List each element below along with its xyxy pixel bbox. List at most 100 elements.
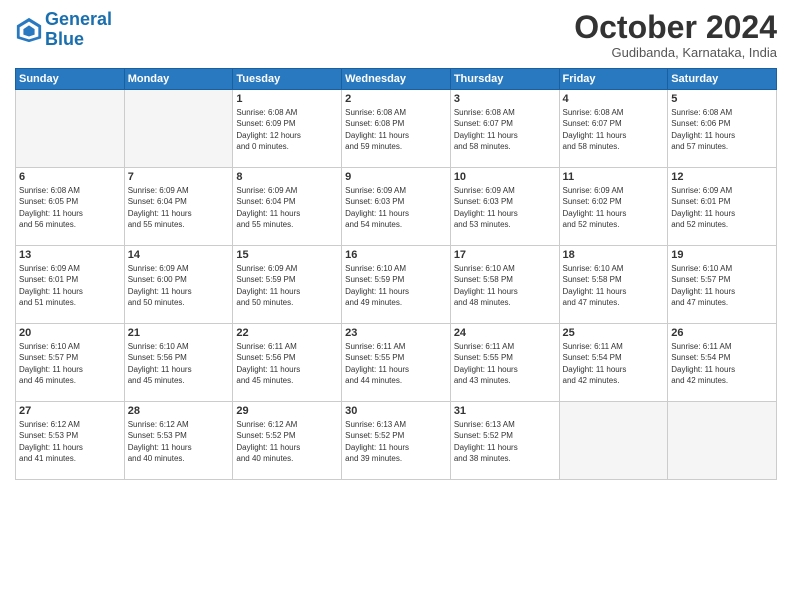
day-info: Sunrise: 6:10 AM Sunset: 5:56 PM Dayligh…	[128, 341, 230, 386]
header: General Blue October 2024 Gudibanda, Kar…	[15, 10, 777, 60]
calendar-cell: 19Sunrise: 6:10 AM Sunset: 5:57 PM Dayli…	[668, 246, 777, 324]
day-number: 24	[454, 327, 556, 339]
day-number: 6	[19, 171, 121, 183]
day-number: 26	[671, 327, 773, 339]
day-number: 23	[345, 327, 447, 339]
day-info: Sunrise: 6:11 AM Sunset: 5:56 PM Dayligh…	[236, 341, 338, 386]
calendar-cell: 16Sunrise: 6:10 AM Sunset: 5:59 PM Dayli…	[342, 246, 451, 324]
calendar-cell: 4 Sunrise: 6:08 AM Sunset: 6:07 PM Daylig…	[559, 90, 668, 168]
day-info: Sunrise: 6:13 AM Sunset: 5:52 PM Dayligh…	[345, 419, 447, 464]
calendar-cell: 3Sunrise: 6:08 AM Sunset: 6:07 PM Daylig…	[450, 90, 559, 168]
weekday-header-wednesday: Wednesday	[342, 69, 451, 90]
weekday-header-thursday: Thursday	[450, 69, 559, 90]
calendar-cell: 9Sunrise: 6:09 AM Sunset: 6:03 PM Daylig…	[342, 168, 451, 246]
weekday-header-tuesday: Tuesday	[233, 69, 342, 90]
day-number: 4	[563, 93, 665, 105]
weekday-header-friday: Friday	[559, 69, 668, 90]
day-number: 31	[454, 405, 556, 417]
calendar-cell	[16, 90, 125, 168]
day-number: 18	[563, 249, 665, 261]
calendar-cell: 20 Sunrise: 6:10 AM Sunset: 5:57 PM Dayli…	[16, 324, 125, 402]
calendar-cell: 10Sunrise: 6:09 AM Sunset: 6:03 PM Dayli…	[450, 168, 559, 246]
logo-line2: Blue	[45, 29, 84, 49]
day-number: 27	[19, 405, 121, 417]
calendar-table: SundayMondayTuesdayWednesdayThursdayFrid…	[15, 68, 777, 480]
calendar-cell: 31 Sunrise: 6:13 AM Sunset: 5:52 PM Dayli…	[450, 402, 559, 480]
day-number: 11	[563, 171, 665, 183]
calendar-cell: 12Sunrise: 6:09 AM Sunset: 6:01 PM Dayli…	[668, 168, 777, 246]
calendar-cell: 11 Sunrise: 6:09 AM Sunset: 6:02 PM Dayli…	[559, 168, 668, 246]
day-number: 21	[128, 327, 230, 339]
calendar-cell: 30 Sunrise: 6:13 AM Sunset: 5:52 PM Dayli…	[342, 402, 451, 480]
calendar-cell: 13Sunrise: 6:09 AM Sunset: 6:01 PM Dayli…	[16, 246, 125, 324]
calendar-cell: 2 Sunrise: 6:08 AM Sunset: 6:08 PM Daylig…	[342, 90, 451, 168]
day-number: 29	[236, 405, 338, 417]
day-info: Sunrise: 6:11 AM Sunset: 5:54 PM Dayligh…	[671, 341, 773, 386]
day-info: Sunrise: 6:12 AM Sunset: 5:53 PM Dayligh…	[128, 419, 230, 464]
day-info: Sunrise: 6:10 AM Sunset: 5:57 PM Dayligh…	[671, 263, 773, 308]
day-info: Sunrise: 6:09 AM Sunset: 5:59 PM Dayligh…	[236, 263, 338, 308]
week-row-4: 20 Sunrise: 6:10 AM Sunset: 5:57 PM Dayli…	[16, 324, 777, 402]
calendar-cell: 17 Sunrise: 6:10 AM Sunset: 5:58 PM Dayli…	[450, 246, 559, 324]
title-section: October 2024 Gudibanda, Karnataka, India	[574, 10, 777, 60]
day-number: 25	[563, 327, 665, 339]
day-info: Sunrise: 6:12 AM Sunset: 5:52 PM Dayligh…	[236, 419, 338, 464]
logo-line1: General	[45, 9, 112, 29]
calendar-cell: 29 Sunrise: 6:12 AM Sunset: 5:52 PM Dayli…	[233, 402, 342, 480]
calendar-cell: 24Sunrise: 6:11 AM Sunset: 5:55 PM Dayli…	[450, 324, 559, 402]
calendar-cell: 15Sunrise: 6:09 AM Sunset: 5:59 PM Dayli…	[233, 246, 342, 324]
day-info: Sunrise: 6:09 AM Sunset: 6:03 PM Dayligh…	[345, 185, 447, 230]
day-info: Sunrise: 6:12 AM Sunset: 5:53 PM Dayligh…	[19, 419, 121, 464]
day-info: Sunrise: 6:13 AM Sunset: 5:52 PM Dayligh…	[454, 419, 556, 464]
day-number: 1	[236, 93, 338, 105]
calendar-cell: 23 Sunrise: 6:11 AM Sunset: 5:55 PM Dayli…	[342, 324, 451, 402]
day-info: Sunrise: 6:11 AM Sunset: 5:55 PM Dayligh…	[345, 341, 447, 386]
location-subtitle: Gudibanda, Karnataka, India	[574, 45, 777, 60]
day-number: 2	[345, 93, 447, 105]
calendar-cell: 21 Sunrise: 6:10 AM Sunset: 5:56 PM Dayli…	[124, 324, 233, 402]
day-number: 10	[454, 171, 556, 183]
day-number: 16	[345, 249, 447, 261]
calendar-cell	[124, 90, 233, 168]
calendar-cell: 5 Sunrise: 6:08 AM Sunset: 6:06 PM Daylig…	[668, 90, 777, 168]
calendar-cell: 26 Sunrise: 6:11 AM Sunset: 5:54 PM Dayli…	[668, 324, 777, 402]
day-info: Sunrise: 6:09 AM Sunset: 6:02 PM Dayligh…	[563, 185, 665, 230]
day-info: Sunrise: 6:08 AM Sunset: 6:06 PM Dayligh…	[671, 107, 773, 152]
day-number: 13	[19, 249, 121, 261]
week-row-3: 13Sunrise: 6:09 AM Sunset: 6:01 PM Dayli…	[16, 246, 777, 324]
day-number: 20	[19, 327, 121, 339]
logo-text: General Blue	[45, 10, 112, 50]
day-info: Sunrise: 6:10 AM Sunset: 5:58 PM Dayligh…	[454, 263, 556, 308]
calendar-cell	[668, 402, 777, 480]
day-info: Sunrise: 6:10 AM Sunset: 5:57 PM Dayligh…	[19, 341, 121, 386]
logo-icon	[15, 16, 43, 44]
day-info: Sunrise: 6:09 AM Sunset: 6:00 PM Dayligh…	[128, 263, 230, 308]
calendar-cell: 25Sunrise: 6:11 AM Sunset: 5:54 PM Dayli…	[559, 324, 668, 402]
day-info: Sunrise: 6:09 AM Sunset: 6:01 PM Dayligh…	[671, 185, 773, 230]
day-info: Sunrise: 6:08 AM Sunset: 6:09 PM Dayligh…	[236, 107, 338, 152]
day-info: Sunrise: 6:08 AM Sunset: 6:07 PM Dayligh…	[563, 107, 665, 152]
day-number: 14	[128, 249, 230, 261]
week-row-5: 27 Sunrise: 6:12 AM Sunset: 5:53 PM Dayli…	[16, 402, 777, 480]
week-row-1: 1 Sunrise: 6:08 AM Sunset: 6:09 PM Daylig…	[16, 90, 777, 168]
weekday-header-sunday: Sunday	[16, 69, 125, 90]
day-number: 30	[345, 405, 447, 417]
day-number: 5	[671, 93, 773, 105]
day-info: Sunrise: 6:09 AM Sunset: 6:04 PM Dayligh…	[128, 185, 230, 230]
weekday-row: SundayMondayTuesdayWednesdayThursdayFrid…	[16, 69, 777, 90]
weekday-header-monday: Monday	[124, 69, 233, 90]
day-info: Sunrise: 6:08 AM Sunset: 6:08 PM Dayligh…	[345, 107, 447, 152]
day-number: 22	[236, 327, 338, 339]
calendar-body: 1 Sunrise: 6:08 AM Sunset: 6:09 PM Daylig…	[16, 90, 777, 480]
day-info: Sunrise: 6:08 AM Sunset: 6:05 PM Dayligh…	[19, 185, 121, 230]
calendar-cell: 6 Sunrise: 6:08 AM Sunset: 6:05 PM Daylig…	[16, 168, 125, 246]
day-number: 17	[454, 249, 556, 261]
calendar-cell: 14 Sunrise: 6:09 AM Sunset: 6:00 PM Dayli…	[124, 246, 233, 324]
calendar-cell: 27 Sunrise: 6:12 AM Sunset: 5:53 PM Dayli…	[16, 402, 125, 480]
day-info: Sunrise: 6:08 AM Sunset: 6:07 PM Dayligh…	[454, 107, 556, 152]
calendar-cell: 28Sunrise: 6:12 AM Sunset: 5:53 PM Dayli…	[124, 402, 233, 480]
logo: General Blue	[15, 10, 112, 50]
day-number: 7	[128, 171, 230, 183]
month-title: October 2024	[574, 10, 777, 45]
calendar-cell	[559, 402, 668, 480]
